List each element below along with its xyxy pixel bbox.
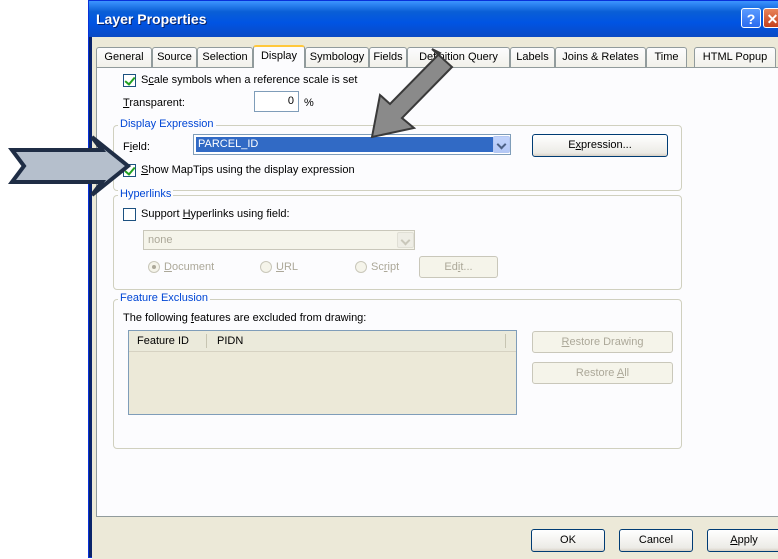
tab-display[interactable]: Display — [253, 45, 305, 68]
annotation-overlay — [8, 48, 454, 197]
annotation-arrow-right-icon — [8, 135, 132, 197]
annotation-arrow-down-icon — [370, 48, 454, 139]
